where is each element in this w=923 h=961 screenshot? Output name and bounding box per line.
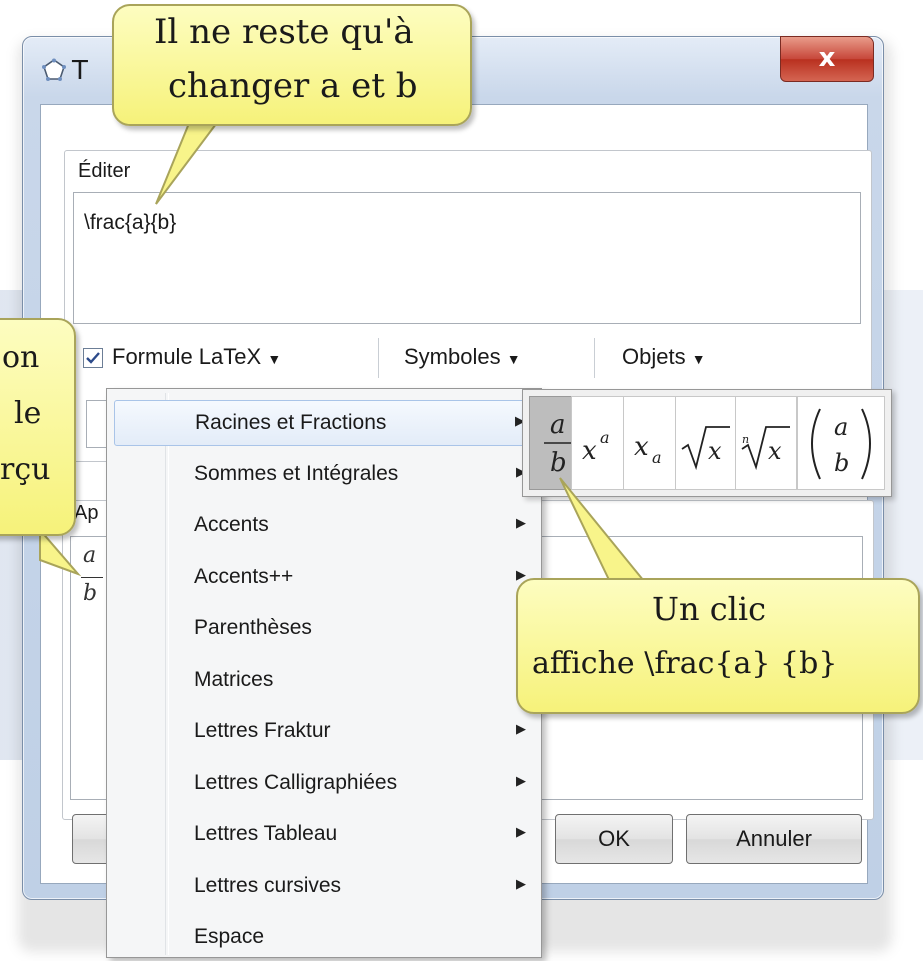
top-callout-tail — [155, 115, 224, 205]
callout-line: le — [14, 396, 42, 431]
right-callout-tail — [559, 477, 651, 587]
callout-preview: on le rçu — [0, 318, 76, 536]
callout-line: changer a et b — [168, 66, 418, 106]
callout-tails — [39, 115, 651, 587]
callout-line: Un clic — [652, 590, 767, 628]
callout-click-displays: Un clic affiche \frac{a} {b} — [516, 578, 920, 714]
callout-line: affiche \frac{a} {b} — [532, 646, 838, 681]
callout-line: on — [2, 340, 40, 375]
callout-line: Il ne reste qu'à — [154, 12, 414, 52]
callout-line: rçu — [0, 452, 51, 487]
callout-change-a-b: Il ne reste qu'à changer a et b — [112, 4, 472, 126]
left-callout-tail — [39, 527, 82, 577]
